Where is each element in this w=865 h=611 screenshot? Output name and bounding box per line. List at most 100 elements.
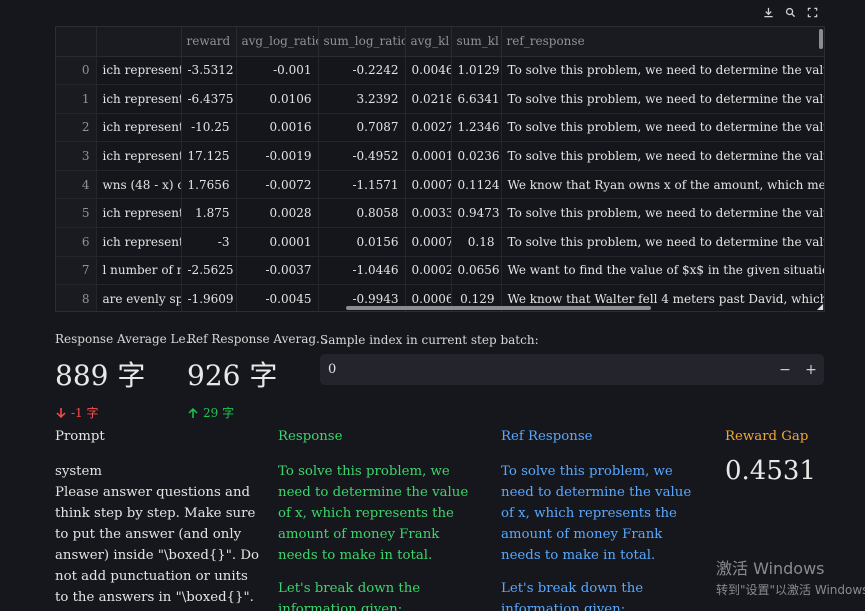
reward-cell[interactable]: 1.7656	[181, 170, 237, 200]
ref-response-cell[interactable]: To solve this problem, we need to determ…	[501, 84, 824, 114]
dataframe-table[interactable]: reward avg_log_ratio sum_log_ratio avg_k…	[55, 26, 825, 312]
response-cell[interactable]: ich represents th	[96, 198, 182, 229]
row-index-cell[interactable]: 8	[56, 284, 97, 311]
ref-response-cell[interactable]: We know that Ryan owns x of the amount, …	[501, 170, 824, 200]
sum-kl-cell[interactable]: 0.18	[451, 227, 502, 257]
sum-kl-cell[interactable]: 6.6341	[451, 84, 502, 114]
reward-cell[interactable]: -1.9609	[181, 284, 237, 311]
reward-cell[interactable]: -3	[181, 227, 237, 257]
avg-log-ratio-cell[interactable]: -0.0037	[236, 256, 319, 286]
avg-kl-cell[interactable]: 0.0007	[405, 227, 452, 257]
reward-cell[interactable]: 17.125	[181, 141, 237, 171]
sum-kl-cell[interactable]: 0.9473	[451, 198, 502, 229]
table-row[interactable]: 7l number of mal-2.5625-0.0037-1.04460.0…	[56, 256, 824, 286]
decrement-button[interactable]: −	[772, 362, 798, 378]
reward-cell[interactable]: -6.4375	[181, 84, 237, 114]
horizontal-scrollbar[interactable]	[346, 306, 651, 310]
avg-kl-cell[interactable]: 0.0001	[405, 141, 452, 171]
response-cell[interactable]: ich represents th	[96, 113, 182, 143]
fullscreen-icon	[807, 7, 817, 17]
sum-kl-cell[interactable]: 0.1124	[451, 170, 502, 200]
table-row[interactable]: 3ich represents th17.125-0.0019-0.49520.…	[56, 141, 824, 171]
ref-response-cell[interactable]: To solve this problem, we need to determ…	[501, 113, 824, 143]
metric-delta-text: 29 字	[203, 406, 235, 420]
fullscreen-button[interactable]	[804, 4, 820, 20]
sum-log-ratio-cell[interactable]: -0.2242	[318, 56, 406, 86]
response-cell[interactable]: are evenly spaced	[96, 284, 182, 311]
sum-log-ratio-cell[interactable]: 0.0156	[318, 227, 406, 257]
avg-log-ratio-cell[interactable]: -0.0045	[236, 284, 319, 311]
row-index-cell[interactable]: 4	[56, 170, 97, 200]
col-header-sum-log-ratio[interactable]: sum_log_ratio	[318, 27, 406, 57]
sum-kl-cell[interactable]: 1.0129	[451, 56, 502, 86]
sum-log-ratio-cell[interactable]: -1.1571	[318, 170, 406, 200]
col-header-ref-response[interactable]: ref_response	[501, 27, 824, 57]
response-cell[interactable]: ich represents th	[96, 56, 182, 86]
ref-response-heading: Ref Response	[501, 429, 593, 444]
response-cell[interactable]: ich represents th	[96, 84, 182, 114]
sum-kl-cell[interactable]: 0.0656	[451, 256, 502, 286]
sum-log-ratio-cell[interactable]: -1.0446	[318, 256, 406, 286]
response-cell[interactable]: l number of mal	[96, 256, 182, 286]
vertical-scrollbar[interactable]	[819, 29, 823, 49]
reward-cell[interactable]: 1.875	[181, 198, 237, 229]
avg-kl-cell[interactable]: 0.0002	[405, 256, 452, 286]
table-row[interactable]: 1ich represents th-6.43750.01063.23920.0…	[56, 84, 824, 114]
ref-response-cell[interactable]: To solve this problem, we need to determ…	[501, 141, 824, 171]
table-row[interactable]: 5ich represents th1.8750.00280.80580.003…	[56, 198, 824, 229]
sum-kl-cell[interactable]: 0.0236	[451, 141, 502, 171]
table-row[interactable]: 6ich represents th-30.00010.01560.00070.…	[56, 227, 824, 257]
avg-kl-cell[interactable]: 0.0007	[405, 170, 452, 200]
ref-response-cell[interactable]: To solve this problem, we need to determ…	[501, 56, 824, 86]
resize-handle-icon[interactable]: ◢	[817, 303, 825, 311]
row-index-cell[interactable]: 3	[56, 141, 97, 171]
sample-index-stepper[interactable]: 0 − +	[320, 354, 824, 385]
response-cell[interactable]: ich represents th	[96, 141, 182, 171]
sum-log-ratio-cell[interactable]: 3.2392	[318, 84, 406, 114]
table-row[interactable]: 2ich represents th-10.250.00160.70870.00…	[56, 113, 824, 143]
row-index-cell[interactable]: 7	[56, 256, 97, 286]
row-index-cell[interactable]: 2	[56, 113, 97, 143]
search-button[interactable]	[782, 4, 798, 20]
sum-kl-cell[interactable]: 1.2346	[451, 113, 502, 143]
ref-response-column: Ref Response To solve this problem, we n…	[501, 426, 706, 611]
avg-kl-cell[interactable]: 0.0046	[405, 56, 452, 86]
avg-log-ratio-cell[interactable]: -0.0072	[236, 170, 319, 200]
download-button[interactable]	[760, 4, 776, 20]
response-cell[interactable]: wns (48 - x) of the	[96, 170, 182, 200]
reward-cell[interactable]: -10.25	[181, 113, 237, 143]
ref-response-cell[interactable]: We want to find the value of $x$ in the …	[501, 256, 824, 286]
ref-response-cell[interactable]: To solve this problem, we need to determ…	[501, 227, 824, 257]
avg-kl-cell[interactable]: 0.0033	[405, 198, 452, 229]
ref-response-cell[interactable]: To solve this problem, we need to determ…	[501, 198, 824, 229]
avg-kl-cell[interactable]: 0.0218	[405, 84, 452, 114]
col-header-reward[interactable]: reward	[181, 27, 237, 57]
col-header-avg-log-ratio[interactable]: avg_log_ratio	[236, 27, 319, 57]
reward-gap-column: Reward Gap 0.4531	[725, 426, 845, 484]
sum-log-ratio-cell[interactable]: 0.8058	[318, 198, 406, 229]
table-row[interactable]: 4wns (48 - x) of the1.7656-0.0072-1.1571…	[56, 170, 824, 200]
avg-log-ratio-cell[interactable]: -0.001	[236, 56, 319, 86]
col-header-sum-kl[interactable]: sum_kl	[451, 27, 502, 57]
row-index-cell[interactable]: 0	[56, 56, 97, 86]
response-cell[interactable]: ich represents th	[96, 227, 182, 257]
sum-log-ratio-cell[interactable]: -0.4952	[318, 141, 406, 171]
reward-cell[interactable]: -3.5312	[181, 56, 237, 86]
sample-index-input[interactable]: 0	[320, 362, 772, 377]
row-index-cell[interactable]: 5	[56, 198, 97, 229]
watermark-line1: 激活 Windows	[716, 559, 825, 578]
col-header-response[interactable]	[96, 27, 182, 57]
avg-log-ratio-cell[interactable]: 0.0028	[236, 198, 319, 229]
avg-log-ratio-cell[interactable]: 0.0016	[236, 113, 319, 143]
col-header-avg-kl[interactable]: avg_kl	[405, 27, 452, 57]
avg-kl-cell[interactable]: 0.0027	[405, 113, 452, 143]
row-index-cell[interactable]: 6	[56, 227, 97, 257]
avg-log-ratio-cell[interactable]: -0.0019	[236, 141, 319, 171]
sum-log-ratio-cell[interactable]: 0.7087	[318, 113, 406, 143]
avg-log-ratio-cell[interactable]: 0.0001	[236, 227, 319, 257]
increment-button[interactable]: +	[798, 362, 824, 378]
reward-cell[interactable]: -2.5625	[181, 256, 237, 286]
table-row[interactable]: 0ich represents th-3.5312-0.001-0.22420.…	[56, 56, 824, 86]
avg-log-ratio-cell[interactable]: 0.0106	[236, 84, 319, 114]
row-index-cell[interactable]: 1	[56, 84, 97, 114]
